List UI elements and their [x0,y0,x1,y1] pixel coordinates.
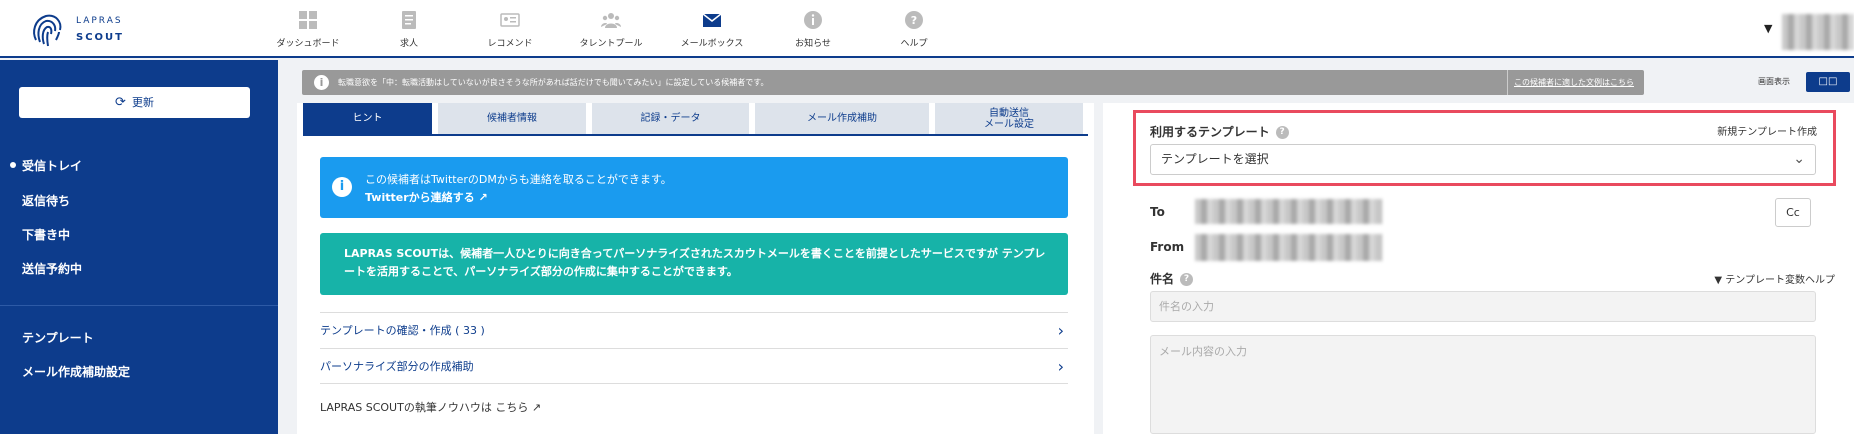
nav-news-label: お知らせ [795,39,831,49]
info-icon [804,11,822,29]
nav-jobs-label: 求人 [399,39,418,49]
svg-text:?: ? [911,14,917,27]
nav-recommend[interactable]: レコメンド [460,0,560,58]
body-placeholder: メール内容の入力 [1159,345,1247,358]
refresh-button[interactable]: ⟳ 更新 [19,87,250,118]
new-template-link[interactable]: 新規テンプレート作成 [1717,123,1817,138]
top-bar: LAPRAS SCOUT ダッシュボード 求人 レコメンド タレントプール メー… [0,0,1854,58]
template-variable-help-toggle[interactable]: ▼ テンプレート変数ヘルプ [1714,271,1835,286]
template-label-text: 利用するテンプレート [1150,125,1270,139]
tab-candidate-info[interactable]: 候補者情報 [438,103,586,134]
nav-mailbox-label: メールボックス [680,39,744,49]
writing-knowhow-link[interactable]: LAPRAS SCOUTの執筆ノウハウは こちら ↗ [320,399,541,415]
subject-placeholder: 件名の入力 [1159,300,1214,313]
nav-recommend-label: レコメンド [487,39,533,49]
sidebar: ⟳ 更新 受信トレイ 返信待ち 下書き中 送信予約中 テンプレート メール作成補助… [0,60,278,434]
sidebar-item-inbox[interactable]: 受信トレイ [9,157,82,174]
subject-input[interactable]: 件名の入力 [1150,291,1816,322]
chevron-right-icon: › [1057,357,1064,376]
info-icon: i [314,75,329,90]
to-label: To [1150,205,1165,219]
from-label: From [1150,240,1185,254]
nav-help[interactable]: ? ヘルプ [864,0,964,58]
tab-hint[interactable]: ヒント [303,103,432,134]
nav-help-label: ヘルプ [900,39,928,49]
nav-talent-pool[interactable]: タレントプール [561,0,661,58]
twitter-contact-notice: i この候補者はTwitterのDMからも連絡を取ることができます。 Twitt… [320,157,1068,218]
subject-label: 件名? [1150,270,1194,287]
sidebar-item-scheduled[interactable]: 送信予約中 [22,260,82,277]
user-avatar-redacted [1782,14,1854,50]
cc-button[interactable]: Cc [1775,198,1811,227]
banner-message: 転職意欲を「中：転職活動はしていないが良さそうな所があれば話だけでも聞いてみたい… [338,78,769,87]
nav-talent-pool-label: タレントプール [579,39,643,49]
nav-dashboard-label: ダッシュボード [276,39,340,49]
logo-text-scout: SCOUT [76,32,124,43]
display-mode-label: 画面表示 [1758,77,1790,86]
sidebar-item-drafts[interactable]: 下書き中 [22,226,70,243]
help-icon: ? [905,11,923,29]
tab-underline [303,134,1088,136]
sidebar-item-awaiting-reply[interactable]: 返信待ち [22,192,70,209]
template-select[interactable]: テンプレートを選択 ⌄ [1150,144,1816,175]
template-manage-link[interactable]: テンプレートの確認・作成 ( 33 ) › [320,312,1068,348]
nav-news[interactable]: お知らせ [763,0,863,58]
mail-composer: 利用するテンプレート? 新規テンプレート作成 テンプレートを選択 ⌄ To Cc… [1103,103,1854,434]
candidate-intent-banner: i 転職意欲を「中：転職活動はしていないが良さそうな所があれば話だけでも聞いてみ… [302,70,1644,95]
hint-panel: ヒント 候補者情報 記録・データ メール作成補助 自動送信 メール設定 i この… [297,103,1094,434]
template-manage-label: テンプレートの確認・作成 ( 33 ) [320,324,485,337]
tab-mail-assist[interactable]: メール作成補助 [755,103,929,134]
id-card-icon [500,13,520,27]
display-mode-toggle[interactable]: □□ [1806,72,1850,92]
from-address-redacted [1195,234,1382,261]
panel-tabs: ヒント 候補者情報 記録・データ メール作成補助 自動送信 メール設定 [303,103,1089,134]
nav-dashboard[interactable]: ダッシュボード [258,0,358,58]
document-icon [402,11,416,29]
main-nav: ダッシュボード 求人 レコメンド タレントプール メールボックス お知らせ ? … [258,0,965,58]
nav-mailbox[interactable]: メールボックス [662,0,762,58]
tab-records-data[interactable]: 記録・データ [592,103,749,134]
split-view-icon: □□ [1818,76,1838,87]
refresh-icon: ⟳ [115,95,126,110]
sidebar-divider [0,305,278,306]
dashboard-icon [299,11,317,29]
sidebar-item-templates[interactable]: テンプレート [22,329,94,346]
template-select-value: テンプレートを選択 [1161,152,1269,166]
info-icon: i [332,177,352,197]
user-menu[interactable]: ▼ [1764,10,1854,50]
tab-auto-send-settings[interactable]: 自動送信 メール設定 [935,103,1083,134]
suggested-examples-link[interactable]: この候補者に適した文例はこちら [1507,70,1634,95]
subject-label-text: 件名 [1150,272,1175,286]
help-icon[interactable]: ? [1275,126,1289,139]
twitter-notice-text: この候補者はTwitterのDMからも連絡を取ることができます。 [365,173,672,186]
people-icon [601,13,621,28]
chevron-down-icon: ⌄ [1793,151,1805,167]
sidebar-item-mail-assist-settings[interactable]: メール作成補助設定 [22,363,130,380]
to-address-redacted [1195,199,1382,224]
personalize-assist-link[interactable]: パーソナライズ部分の作成補助 › [320,348,1068,384]
refresh-label: 更新 [131,96,154,109]
twitter-contact-link[interactable]: Twitterから連絡する ↗ [365,189,488,205]
chevron-right-icon: › [1057,321,1064,340]
fingerprint-logo-icon [33,14,62,47]
mail-icon [702,13,722,27]
nav-jobs[interactable]: 求人 [359,0,459,58]
help-icon[interactable]: ? [1180,273,1194,286]
lapras-scout-logo[interactable]: LAPRAS SCOUT [28,10,158,50]
template-tip-notice: LAPRAS SCOUTは、候補者一人ひとりに向き合ってパーソナライズされたスカ… [320,233,1068,295]
template-label: 利用するテンプレート? [1150,123,1289,140]
caret-down-icon: ▼ [1764,22,1773,35]
body-textarea[interactable]: メール内容の入力 [1150,335,1816,434]
personalize-assist-label: パーソナライズ部分の作成補助 [320,360,474,373]
logo-text-lapras: LAPRAS [76,16,123,26]
